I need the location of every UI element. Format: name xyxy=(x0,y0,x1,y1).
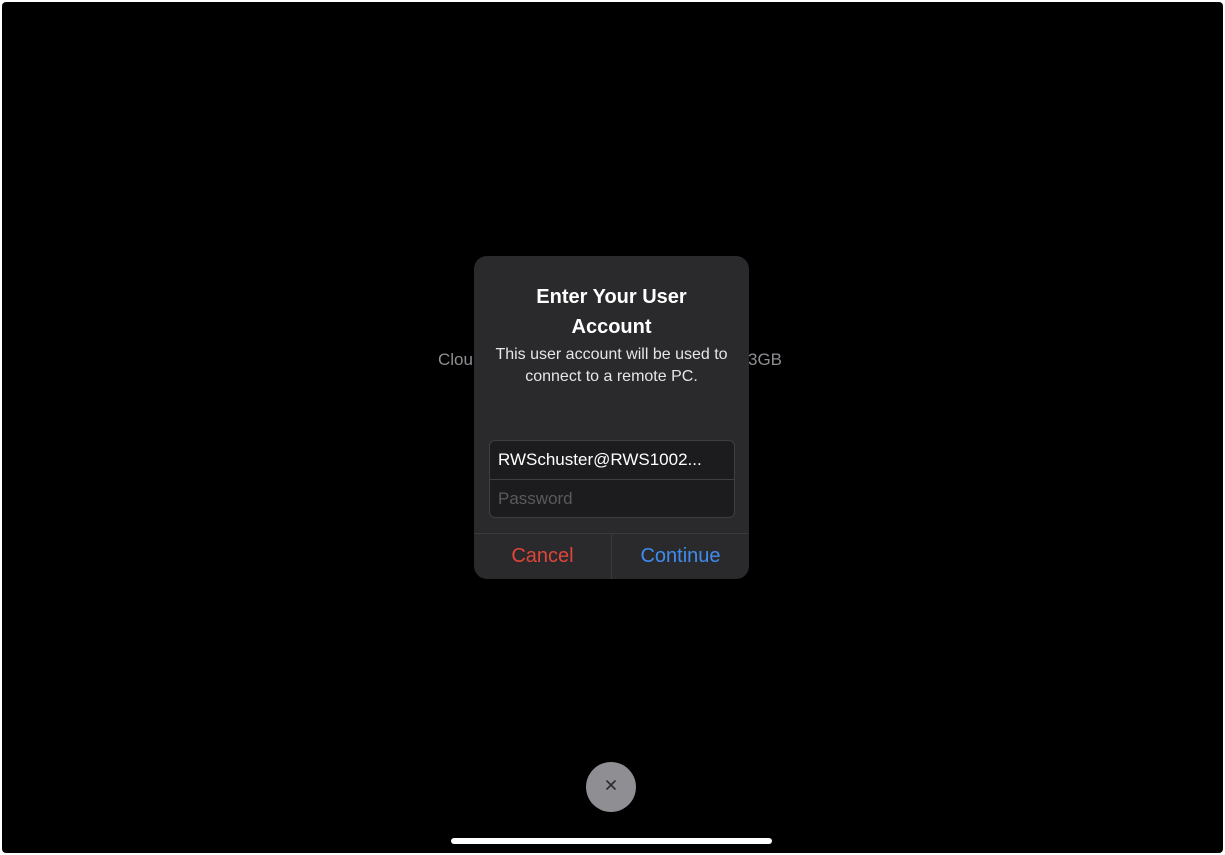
dialog-title: Enter Your User Account xyxy=(536,286,687,338)
cancel-button[interactable]: Cancel xyxy=(474,534,612,579)
dialog-button-bar: Cancel Continue xyxy=(474,533,749,579)
app-screen: Clou 3GB Enter Your User Account This us… xyxy=(2,2,1223,853)
home-indicator[interactable] xyxy=(451,838,772,844)
close-button[interactable] xyxy=(586,762,636,812)
continue-button[interactable]: Continue xyxy=(612,534,749,579)
close-icon xyxy=(605,778,617,796)
username-field[interactable] xyxy=(490,441,734,479)
user-account-dialog: Enter Your User Account This user accoun… xyxy=(474,256,749,579)
credentials-field-group xyxy=(489,440,735,518)
dialog-message: This user account will be used to connec… xyxy=(495,346,728,385)
background-text-right: 3GB xyxy=(748,350,783,369)
password-field[interactable] xyxy=(490,480,734,517)
background-text-left: Clou xyxy=(438,350,473,369)
